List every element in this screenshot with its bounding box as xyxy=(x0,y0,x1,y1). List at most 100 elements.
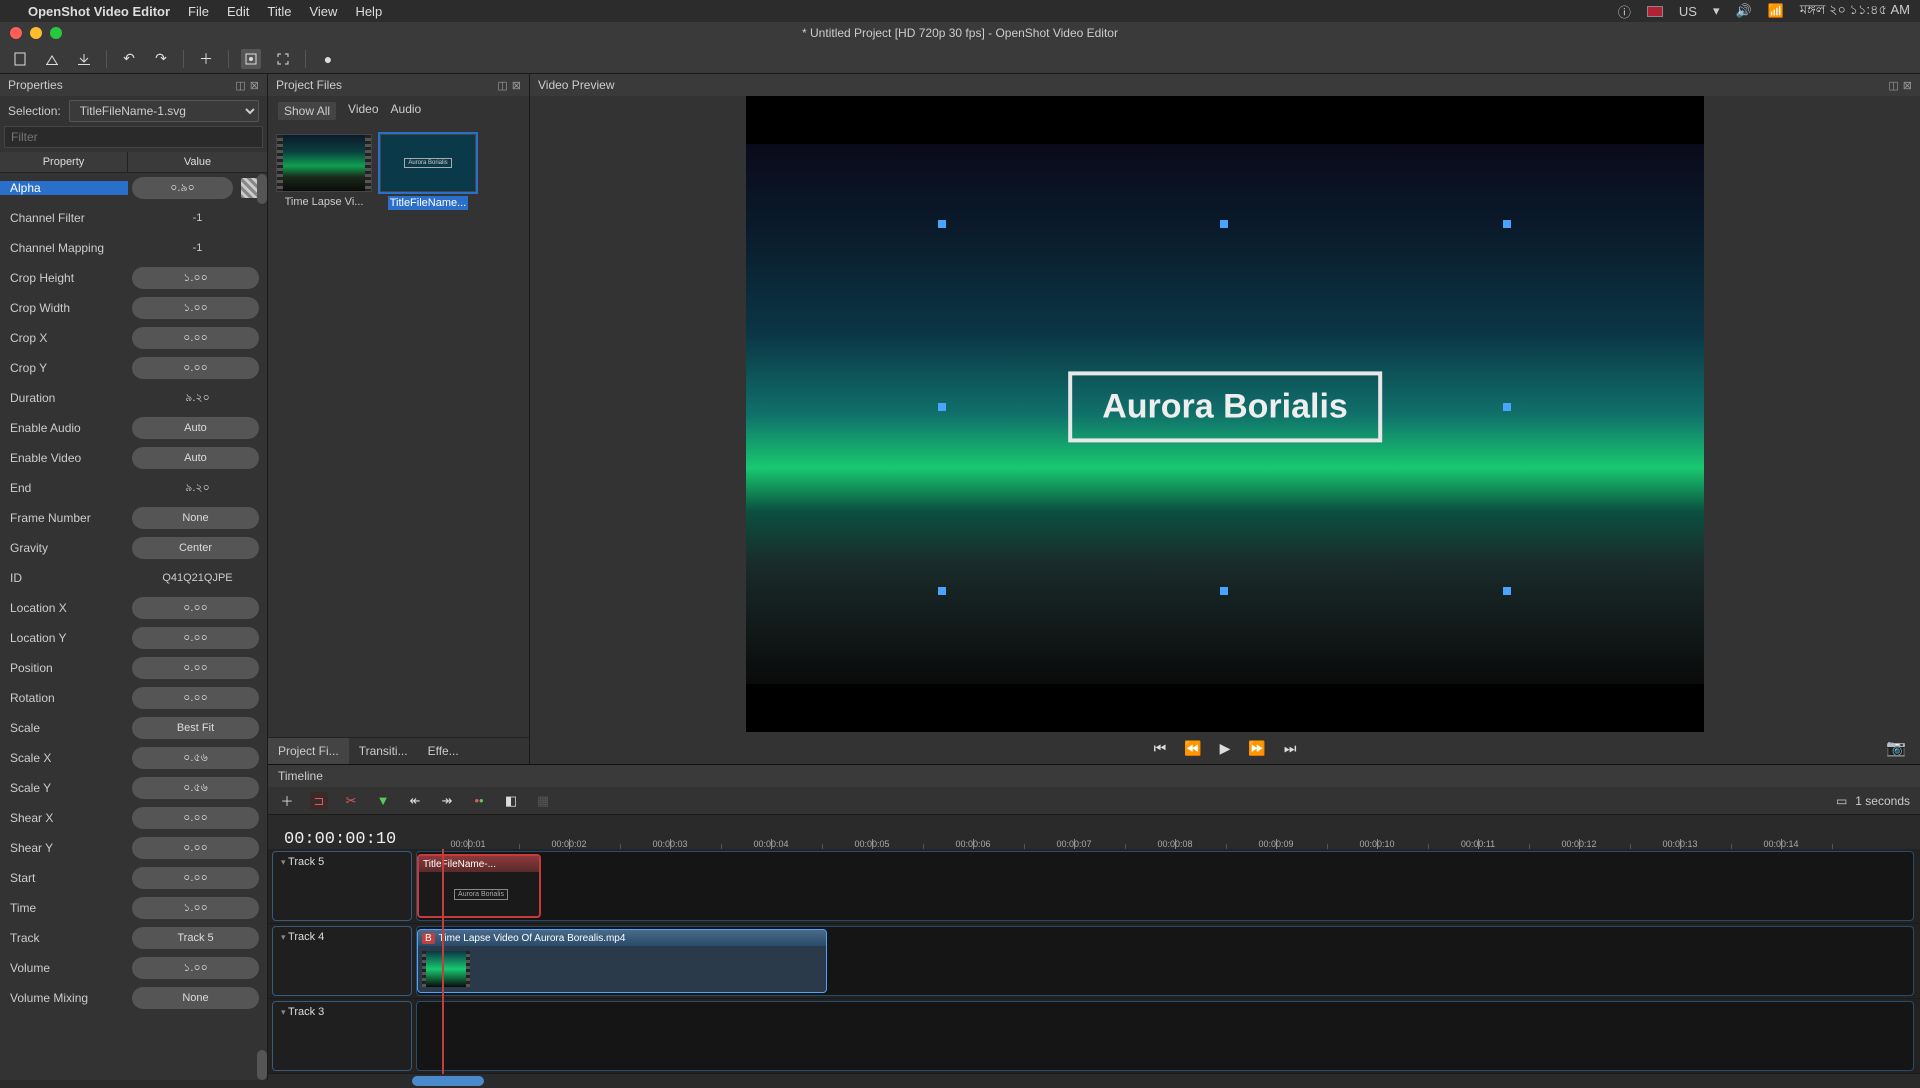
flag-icon[interactable] xyxy=(1647,6,1663,17)
jump-start-button[interactable]: ⏮ xyxy=(1154,740,1167,757)
property-value[interactable]: ০.০০ xyxy=(128,837,267,859)
col-header-value[interactable]: Value xyxy=(128,152,267,172)
undo-button[interactable]: ↶ xyxy=(119,49,139,69)
menu-edit[interactable]: Edit xyxy=(227,4,249,19)
close-panel-icon[interactable]: ⊠ xyxy=(1903,79,1912,92)
property-row[interactable]: Start০.০০ xyxy=(0,863,267,893)
menu-title[interactable]: Title xyxy=(267,4,291,19)
file-item[interactable]: Aurora BorialisTitleFileName... xyxy=(380,134,476,210)
property-row[interactable]: End৯.২০ xyxy=(0,473,267,503)
save-project-button[interactable] xyxy=(74,49,94,69)
filter-input[interactable] xyxy=(4,126,263,148)
wifi-icon[interactable]: 📶 xyxy=(1768,3,1784,19)
property-value[interactable]: Track 5 xyxy=(128,927,267,949)
property-row[interactable]: Shear Y০.০০ xyxy=(0,833,267,863)
property-row[interactable]: Time১.০০ xyxy=(0,893,267,923)
next-marker-button[interactable]: ↠ xyxy=(438,792,456,810)
timeline-clip[interactable]: TitleFileName-...Aurora Borialis xyxy=(417,854,541,918)
property-value[interactable]: ০.০০ xyxy=(128,357,267,379)
property-value[interactable]: Auto xyxy=(128,447,267,469)
property-row[interactable]: Crop Y০.০০ xyxy=(0,353,267,383)
property-value[interactable]: ০.০০ xyxy=(128,807,267,829)
property-value[interactable]: Auto xyxy=(128,417,267,439)
property-row[interactable]: Shear X০.০০ xyxy=(0,803,267,833)
timeline-ruler[interactable]: 00:00:00:10 00:00:0100:00:0200:00:0300:0… xyxy=(268,815,1920,849)
property-row[interactable]: Channel Mapping-1 xyxy=(0,233,267,263)
profile-button[interactable] xyxy=(241,49,261,69)
property-value[interactable]: ০.৯০ xyxy=(128,177,267,199)
property-value[interactable]: ০.০০ xyxy=(128,867,267,889)
property-value[interactable]: ০.০০ xyxy=(128,627,267,649)
property-row[interactable]: IDQ41Q21QJPE xyxy=(0,563,267,593)
center-playhead-button[interactable]: •• xyxy=(470,792,488,810)
tab-effects[interactable]: Effe... xyxy=(418,738,469,764)
snap-button[interactable]: ⊐ xyxy=(310,792,328,810)
property-row[interactable]: Location Y০.০০ xyxy=(0,623,267,653)
track-lane[interactable] xyxy=(416,1001,1914,1071)
property-row[interactable]: Volume১.০০ xyxy=(0,953,267,983)
property-value[interactable]: ১.০০ xyxy=(128,897,267,919)
tab-audio[interactable]: Audio xyxy=(391,102,422,120)
property-row[interactable]: Crop Width১.০০ xyxy=(0,293,267,323)
property-value[interactable]: Best Fit xyxy=(128,717,267,739)
track-label[interactable]: Track 4 xyxy=(272,926,412,996)
marker-add-button[interactable]: ▼ xyxy=(374,792,392,810)
property-value[interactable]: -1 xyxy=(128,242,267,254)
minimize-button[interactable] xyxy=(30,27,42,39)
tab-project-files[interactable]: Project Fi... xyxy=(268,738,349,764)
volume-icon[interactable]: 🔊 xyxy=(1736,3,1752,19)
property-value[interactable]: Center xyxy=(128,537,267,559)
property-row[interactable]: Duration৯.২০ xyxy=(0,383,267,413)
import-files-button[interactable]: ＋ xyxy=(196,49,216,69)
property-value[interactable]: ৯.২০ xyxy=(128,479,267,498)
track-label[interactable]: Track 3 xyxy=(272,1001,412,1071)
property-value[interactable]: ০.০০ xyxy=(128,327,267,349)
property-row[interactable]: Frame NumberNone xyxy=(0,503,267,533)
timeline-clip[interactable]: BTime Lapse Video Of Aurora Borealis.mp4 xyxy=(417,929,827,993)
property-row[interactable]: Enable AudioAuto xyxy=(0,413,267,443)
property-row[interactable]: Scale X০.৫৬ xyxy=(0,743,267,773)
property-row[interactable]: Volume MixingNone xyxy=(0,983,267,1013)
export-button[interactable]: ● xyxy=(318,49,338,69)
track-lane[interactable]: TitleFileName-...Aurora Borialis xyxy=(416,851,1914,921)
undock-icon[interactable]: ◫ xyxy=(1888,79,1898,92)
track-lane[interactable]: BTime Lapse Video Of Aurora Borealis.mp4 xyxy=(416,926,1914,996)
property-row[interactable]: Position০.০০ xyxy=(0,653,267,683)
zoom-out-icon[interactable]: ▭ xyxy=(1836,794,1847,808)
col-header-property[interactable]: Property xyxy=(0,152,128,172)
track-label[interactable]: Track 5 xyxy=(272,851,412,921)
tab-transitions[interactable]: Transiti... xyxy=(349,738,418,764)
menu-view[interactable]: View xyxy=(309,4,337,19)
fullscreen-button[interactable] xyxy=(273,49,293,69)
property-value[interactable]: ১.০০ xyxy=(128,267,267,289)
properties-scrollbar[interactable] xyxy=(257,152,267,1080)
info-icon[interactable]: ⓘ xyxy=(1618,2,1631,21)
property-row[interactable]: Enable VideoAuto xyxy=(0,443,267,473)
jump-end-button[interactable]: ⏭ xyxy=(1284,740,1297,757)
file-item[interactable]: Time Lapse Vi... xyxy=(276,134,372,210)
chevron-down-icon[interactable]: ▾ xyxy=(1713,3,1720,19)
menu-help[interactable]: Help xyxy=(355,4,382,19)
property-row[interactable]: TrackTrack 5 xyxy=(0,923,267,953)
menubar-app-name[interactable]: OpenShot Video Editor xyxy=(28,4,170,19)
title-overlay[interactable]: Aurora Borialis xyxy=(1068,371,1382,442)
open-project-button[interactable] xyxy=(42,49,62,69)
tab-video[interactable]: Video xyxy=(348,102,378,120)
property-row[interactable]: ScaleBest Fit xyxy=(0,713,267,743)
ripple-button[interactable]: ◧ xyxy=(502,792,520,810)
play-button[interactable]: ▶ xyxy=(1220,740,1231,757)
maximize-button[interactable] xyxy=(50,27,62,39)
property-value[interactable]: ০.০০ xyxy=(128,657,267,679)
new-project-button[interactable] xyxy=(10,49,30,69)
menubar-clock[interactable]: মঙ্গল ২০ ১১:৪৫ AM xyxy=(1800,1,1910,22)
property-row[interactable]: Location X০.০০ xyxy=(0,593,267,623)
prev-marker-button[interactable]: ↞ xyxy=(406,792,424,810)
property-row[interactable]: Crop Height১.০০ xyxy=(0,263,267,293)
property-value[interactable]: ০.৫৬ xyxy=(128,777,267,799)
undock-icon[interactable]: ◫ xyxy=(497,79,507,92)
property-row[interactable]: Rotation০.০০ xyxy=(0,683,267,713)
property-value[interactable]: ১.০০ xyxy=(128,297,267,319)
tab-show-all[interactable]: Show All xyxy=(278,102,336,120)
playhead[interactable] xyxy=(442,849,444,1074)
fast-forward-button[interactable]: ⏩ xyxy=(1248,740,1265,757)
